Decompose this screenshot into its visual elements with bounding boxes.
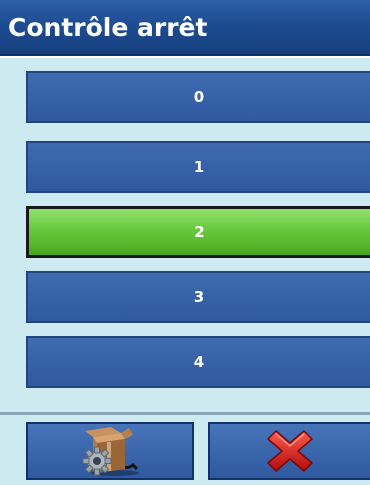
option-label: 4 [193,353,205,371]
window-title: Contrôle arrêt [0,0,370,56]
option-label: 1 [193,158,205,176]
option-label: 0 [193,88,205,106]
option-4-button[interactable]: 4 [26,336,370,388]
option-2-button[interactable]: 2 [26,206,370,258]
box-with-gear-icon [82,427,139,476]
option-0-button[interactable]: 0 [26,71,370,123]
option-label: 2 [194,223,205,241]
option-3-button[interactable]: 3 [26,271,370,323]
cancel-button[interactable] [208,422,370,480]
option-label: 3 [193,288,205,306]
red-x-icon [267,430,313,472]
options-panel: 0 1 2 3 4 [0,58,370,412]
settings-button[interactable] [26,422,194,480]
option-1-button[interactable]: 1 [26,141,370,193]
footer-toolbar [0,412,370,485]
